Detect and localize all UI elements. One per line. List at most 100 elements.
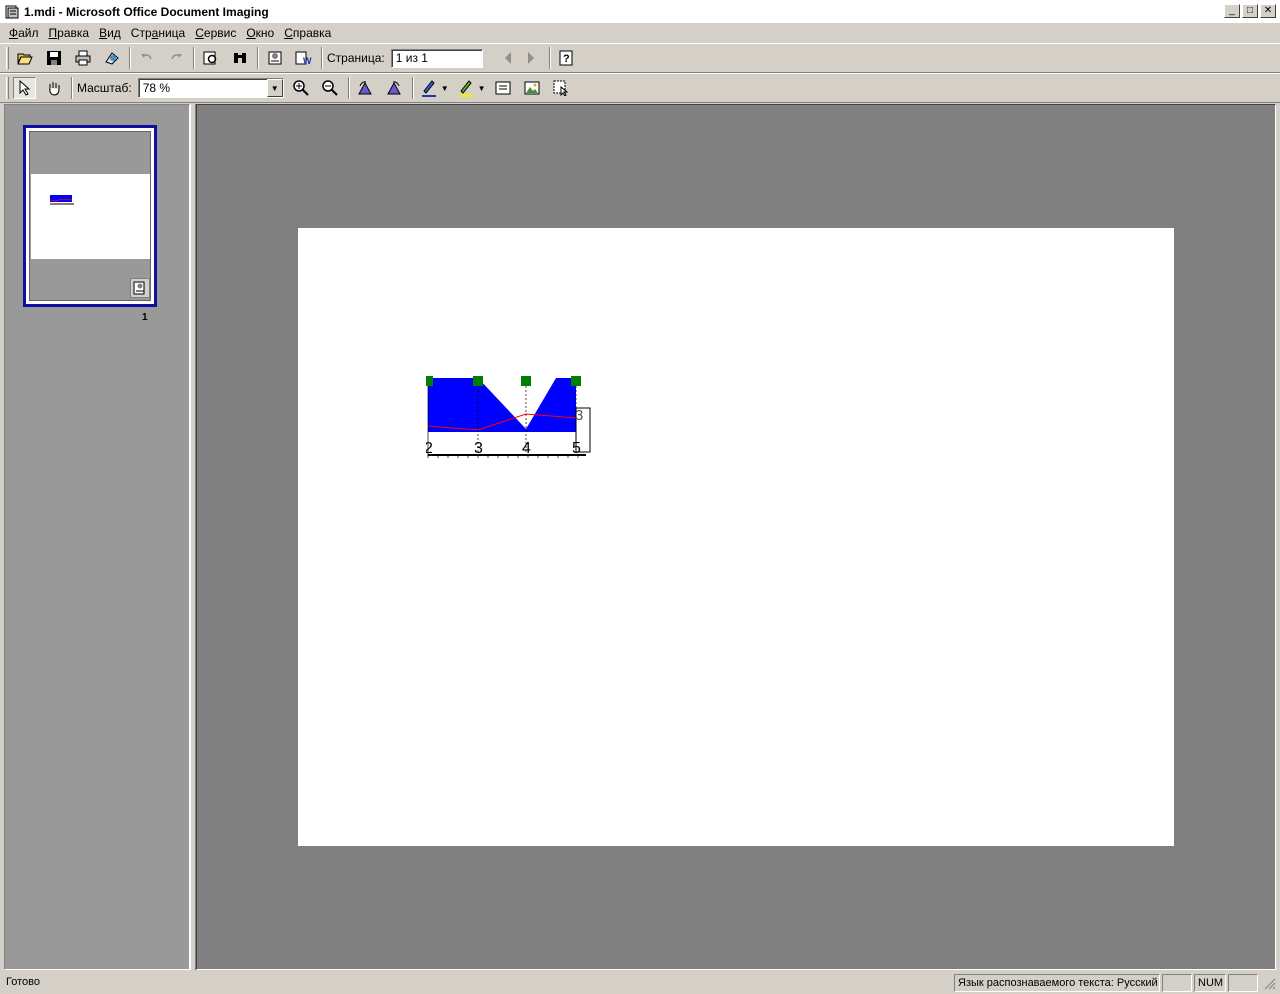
print-icon	[75, 50, 90, 66]
toolbar-separator	[71, 77, 73, 99]
thumbnail-pane: 1	[4, 104, 190, 970]
picture-icon	[524, 81, 540, 95]
menu-page[interactable]: Страница	[126, 26, 190, 40]
size-grip-icon[interactable]	[1264, 978, 1276, 990]
pen-button[interactable]	[418, 77, 441, 99]
binoculars-icon	[233, 53, 246, 63]
chart-marker	[426, 376, 433, 386]
save-icon	[46, 51, 61, 65]
save-button[interactable]	[42, 47, 65, 69]
toolbar-separator	[193, 47, 195, 69]
text-box-icon	[495, 81, 511, 95]
status-empty-pane	[1228, 974, 1258, 992]
annotation-toolbar: Масштаб: 78 % ▼ ▼ ▼	[0, 73, 1280, 103]
undo-icon	[140, 54, 152, 60]
close-button[interactable]: ✕	[1260, 4, 1276, 18]
chart-tick-label: 5	[572, 440, 581, 457]
highlighter-dropdown-icon[interactable]: ▼	[478, 84, 486, 93]
highlighter-icon	[459, 80, 474, 97]
find-icon	[203, 51, 216, 65]
close-icon: ✕	[1263, 5, 1273, 16]
menu-tools[interactable]: Сервис	[190, 26, 241, 40]
embedded-chart-image: 3 2 3 4 5	[426, 376, 591, 458]
page-number-field[interactable]: 1 из 1	[390, 48, 483, 68]
document-page: 3 2 3 4 5	[298, 228, 1174, 846]
print-button[interactable]	[71, 47, 94, 69]
triangle-left-icon	[505, 52, 512, 64]
chart-tick-label: 3	[474, 440, 483, 457]
ocr-icon	[268, 51, 281, 65]
chart-marker	[473, 376, 483, 386]
find-button[interactable]	[199, 47, 222, 69]
minimize-button[interactable]: _	[1224, 4, 1240, 18]
toolbar-separator	[321, 47, 323, 69]
rotate-right-button[interactable]	[383, 77, 406, 99]
menu-file[interactable]: Файл	[4, 26, 44, 40]
text-box-button[interactable]	[492, 77, 515, 99]
open-button[interactable]	[13, 47, 36, 69]
chevron-down-icon[interactable]: ▼	[266, 79, 283, 97]
title-bar: 1.mdi - Microsoft Office Document Imagin…	[0, 0, 1280, 24]
triangle-right-icon	[528, 52, 535, 64]
select-tool-button[interactable]	[13, 77, 36, 99]
thumbnail-page	[31, 174, 150, 259]
redo-icon	[170, 54, 182, 60]
toolbar-separator	[548, 47, 551, 69]
chart-ticks-group: 2 3 4 5	[426, 440, 586, 458]
hand-icon	[48, 82, 59, 96]
redo-button[interactable]	[164, 47, 187, 69]
svg-text:?: ?	[563, 53, 570, 65]
chart-tick-label: 4	[522, 440, 531, 457]
picture-button[interactable]	[521, 77, 544, 99]
toolbar-grip[interactable]	[6, 77, 9, 99]
zoom-value: 78 %	[142, 81, 171, 95]
open-icon	[16, 53, 33, 65]
zoom-label: Масштаб:	[77, 81, 132, 95]
next-page-button[interactable]	[520, 47, 543, 69]
rotate-left-button[interactable]	[354, 77, 377, 99]
toolbar-separator	[129, 47, 131, 69]
pan-tool-button[interactable]	[42, 77, 65, 99]
previous-page-button[interactable]	[497, 47, 520, 69]
help-icon: ?	[559, 50, 573, 66]
chart-area-group: 3	[426, 376, 591, 456]
toolbar-separator	[411, 77, 414, 99]
rotate-right-icon	[387, 81, 402, 95]
minimize-icon: _	[1229, 5, 1235, 16]
ocr-button[interactable]	[263, 47, 286, 69]
zoom-out-icon	[322, 80, 338, 96]
send-to-word-button[interactable]: W	[292, 47, 315, 69]
select-annotation-icon	[553, 80, 569, 96]
chart-marker	[521, 376, 531, 386]
restore-button[interactable]: □	[1242, 4, 1258, 18]
thumbnail-page-number: 1	[142, 312, 148, 323]
ocr-badge	[130, 278, 150, 298]
menu-edit[interactable]: Правка	[44, 26, 95, 40]
highlighter-button[interactable]	[455, 77, 478, 99]
send-button[interactable]	[100, 47, 123, 69]
binoculars-button[interactable]	[228, 47, 251, 69]
toolbar-grip[interactable]	[6, 47, 9, 69]
page-thumbnail[interactable]	[23, 125, 157, 307]
zoom-out-button[interactable]	[319, 77, 342, 99]
restore-icon: □	[1246, 5, 1254, 16]
status-message: Готово	[6, 976, 40, 988]
zoom-in-icon	[293, 80, 309, 96]
pen-dropdown-icon[interactable]: ▼	[441, 84, 449, 93]
menu-window[interactable]: Окно	[241, 26, 279, 40]
standard-toolbar: W Страница: 1 из 1 ?	[0, 43, 1280, 73]
annotation-select-button[interactable]	[550, 77, 573, 99]
zoom-in-button[interactable]	[290, 77, 313, 99]
toolbar-separator	[257, 47, 259, 69]
zoom-select[interactable]: 78 % ▼	[137, 78, 284, 98]
chart-tick-label: 2	[426, 440, 433, 457]
menu-view[interactable]: Вид	[94, 26, 126, 40]
app-icon	[5, 5, 19, 19]
chart-marker	[571, 376, 581, 386]
ocr-language-pane: Язык распознаваемого текста: Русский	[954, 974, 1160, 992]
status-bar: Готово Язык распознаваемого текста: Русс…	[0, 972, 1280, 994]
menu-help[interactable]: Справка	[279, 26, 336, 40]
undo-button[interactable]	[135, 47, 158, 69]
help-button[interactable]: ?	[555, 47, 578, 69]
document-viewer: 3 2 3 4 5	[196, 104, 1276, 970]
